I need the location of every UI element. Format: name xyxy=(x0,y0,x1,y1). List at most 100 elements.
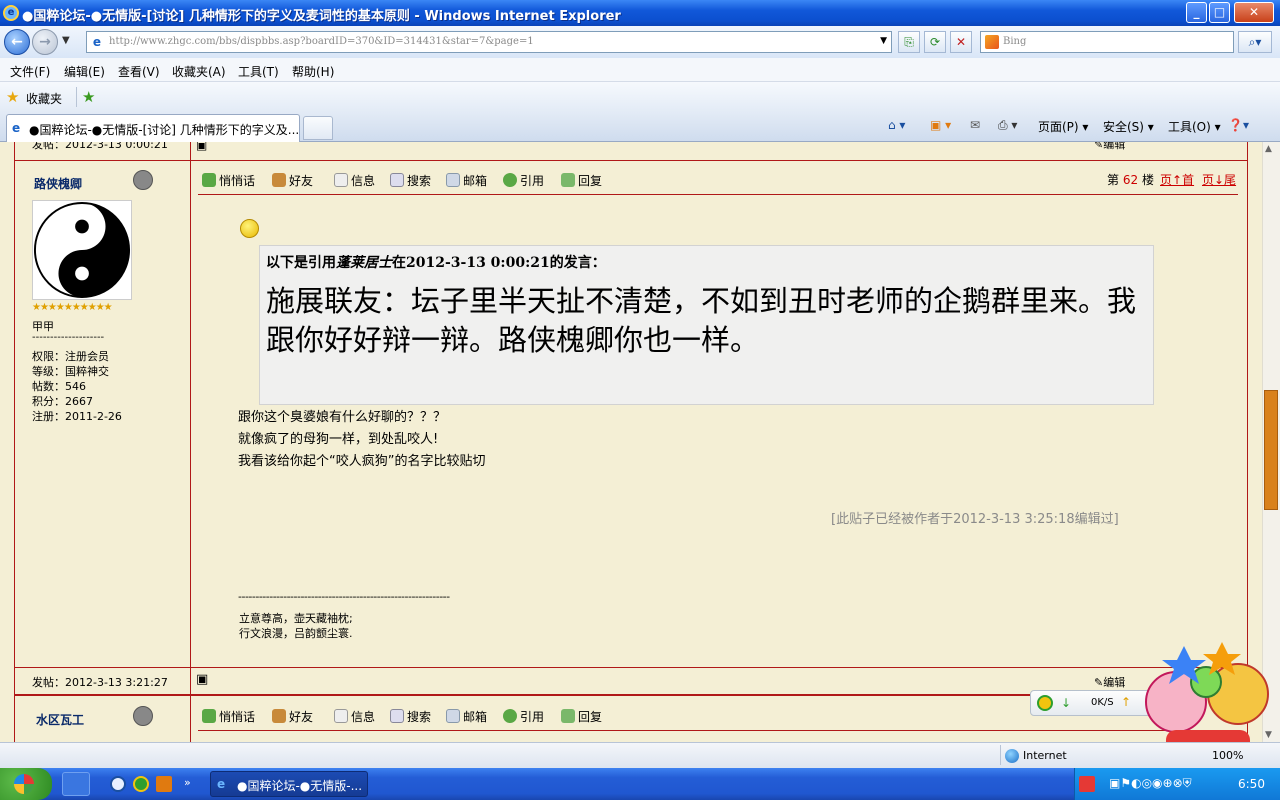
scroll-up-icon[interactable]: ▲ xyxy=(1265,144,1272,154)
user-permission: 权限：注册会员 xyxy=(32,350,109,363)
maximize-button[interactable]: □ xyxy=(1209,2,1230,23)
goto-top-link[interactable]: 页↑首 xyxy=(1160,171,1194,188)
tab-ie-icon: e xyxy=(12,121,21,135)
taskbar-ie-window[interactable]: e ●国粹论坛-●无情版-... xyxy=(210,771,368,797)
start-button[interactable] xyxy=(0,768,52,800)
search-icon[interactable]: ⌕▾ xyxy=(1238,31,1272,53)
new-tab-button[interactable] xyxy=(303,116,333,140)
quote-button[interactable]: 引用 xyxy=(503,172,544,189)
tab-title: ●国粹论坛-●无情版-[讨论] 几种情形下的字义及... xyxy=(29,123,300,137)
user-register-date: 注册：2011-2-26 xyxy=(32,410,122,423)
help-icon[interactable]: ❓▾ xyxy=(1228,118,1249,132)
menu-view[interactable]: 查看(V) xyxy=(118,63,160,80)
zoom-level[interactable]: 100% xyxy=(1212,749,1243,762)
post-line-2: 就像疯了的母狗一样，到处乱咬人! xyxy=(238,432,439,447)
address-field[interactable]: e http://www.zhgc.com/bbs/dispbbs.asp?bo… xyxy=(86,31,892,53)
favorites-bar: ★ 收藏夹 ★ xyxy=(0,82,1280,112)
prev-post-date: 发帖：2012-3-13 0:00:21 xyxy=(32,142,168,151)
menu-help[interactable]: 帮助(H) xyxy=(292,63,334,80)
scrollbar-thumb[interactable] xyxy=(1264,390,1278,510)
safety-menu[interactable]: 安全(S) ▾ xyxy=(1103,118,1154,135)
menu-edit[interactable]: 编辑(E) xyxy=(64,63,105,80)
tab-bar: e ●国粹论坛-●无情版-[讨论] 几种情形下的字义及... ⌂ ▾ ▣ ▾ ✉… xyxy=(0,112,1280,142)
ie-icon: e xyxy=(3,5,19,21)
next-friend-button[interactable]: 好友 xyxy=(272,708,313,725)
friend-button[interactable]: 好友 xyxy=(272,172,313,189)
compatibility-icon[interactable]: ⎘ xyxy=(898,31,920,53)
feeds-icon[interactable]: ▣ ▾ xyxy=(930,118,951,132)
title-bar: e ●国粹论坛-●无情版-[讨论] 几种情形下的字义及麦词性的基本原则 - Wi… xyxy=(0,0,1280,26)
read-mail-icon[interactable]: ✉ xyxy=(970,118,980,132)
post-border-top xyxy=(14,160,1248,161)
upload-arrow-icon: ↑ xyxy=(1121,695,1132,709)
taskbar-window-title: ●国粹论坛-●无情版-... xyxy=(237,779,363,793)
post-footer-top-border xyxy=(14,667,1248,668)
menu-file[interactable]: 文件(F) xyxy=(10,63,50,80)
signature-line-2: 行文浪漫，吕韵颤尘寰. xyxy=(239,627,353,640)
stop-icon[interactable]: ✕ xyxy=(950,31,972,53)
signature-line-1: 立意尊高，壶天藏袖枕; xyxy=(239,612,353,625)
next-info-button[interactable]: 信息 xyxy=(334,708,375,725)
favorites-button[interactable]: 收藏夹 xyxy=(26,90,62,107)
edit-button[interactable]: ✎编辑 xyxy=(1094,674,1125,690)
page-menu[interactable]: 页面(P) ▾ xyxy=(1038,118,1088,135)
tab-active[interactable]: e ●国粹论坛-●无情版-[讨论] 几种情形下的字义及... xyxy=(6,114,300,142)
address-toolbar: ← → ▼ e http://www.zhgc.com/bbs/dispbbs.… xyxy=(0,26,1280,58)
tools-menu[interactable]: 工具(O) ▾ xyxy=(1168,118,1221,135)
reply-button[interactable]: 回复 xyxy=(561,172,602,189)
next-search-button[interactable]: 搜索 xyxy=(390,708,431,725)
quicklaunch-more-icon[interactable]: » xyxy=(184,776,191,789)
net-speed: 0K/S xyxy=(1091,697,1114,708)
internet-zone-icon xyxy=(1005,749,1019,763)
next-quote-button[interactable]: 引用 xyxy=(503,708,544,725)
quicklaunch-tool-icon[interactable] xyxy=(156,776,172,792)
tray-icons[interactable]: ▣⚑◐◎◉⊕⊗⛨ xyxy=(1109,776,1192,791)
next-whisper-button[interactable]: 悄悄话 xyxy=(202,708,255,725)
history-dropdown-icon[interactable]: ▼ xyxy=(62,35,70,46)
forward-button[interactable]: → xyxy=(32,29,58,55)
menu-favorites[interactable]: 收藏夹(A) xyxy=(172,63,226,80)
next-post-username[interactable]: 水区瓦工 xyxy=(36,711,84,728)
user-info-divider: -------------------- xyxy=(32,332,105,343)
favorites-divider xyxy=(76,87,77,107)
user-points: 积分：2667 xyxy=(32,395,93,408)
whisper-button[interactable]: 悄悄话 xyxy=(202,172,255,189)
close-button[interactable]: ✕ xyxy=(1234,2,1274,23)
page-icon: e xyxy=(92,35,102,49)
post-date: 发帖：2012-3-13 3:21:27 xyxy=(32,676,168,689)
mail-button[interactable]: 邮箱 xyxy=(446,172,487,189)
post-header-divider xyxy=(198,194,1238,195)
print-icon[interactable]: ⎙ ▾ xyxy=(998,118,1017,133)
quicklaunch-browser-icon[interactable] xyxy=(110,776,126,792)
minimize-button[interactable]: _ xyxy=(1186,2,1207,23)
ip-icon[interactable]: ▣ xyxy=(196,672,208,687)
user-avatar xyxy=(32,200,132,300)
info-button[interactable]: 信息 xyxy=(334,172,375,189)
home-icon[interactable]: ⌂ ▾ xyxy=(888,118,905,132)
mascot-sticker-icon[interactable] xyxy=(1136,640,1276,756)
taskbar: » e ●国粹论坛-●无情版-... ▣⚑◐◎◉⊕⊗⛨ 6:50 xyxy=(0,768,1280,800)
show-desktop-icon[interactable] xyxy=(62,772,90,796)
address-dropdown-icon[interactable]: ▼ xyxy=(880,36,887,46)
next-mail-button[interactable]: 邮箱 xyxy=(446,708,487,725)
search-post-button[interactable]: 搜索 xyxy=(390,172,431,189)
smiley-icon xyxy=(240,219,259,238)
back-button[interactable]: ← xyxy=(4,29,30,55)
status-divider xyxy=(1000,745,1001,765)
windows-logo-icon xyxy=(14,774,34,794)
bing-icon xyxy=(985,35,999,49)
refresh-icon[interactable]: ⟳ xyxy=(924,31,946,53)
ime-icon[interactable] xyxy=(1079,776,1095,792)
column-separator xyxy=(190,142,191,742)
next-reply-button[interactable]: 回复 xyxy=(561,708,602,725)
prev-ip-icon[interactable]: ▣ xyxy=(196,142,207,152)
post-username[interactable]: 路侠槐卿 xyxy=(34,175,82,192)
add-favorite-icon[interactable]: ★ xyxy=(82,88,95,106)
post-line-1: 跟你这个臭婆娘有什么好聊的？？？ xyxy=(238,410,447,425)
search-field[interactable]: Bing xyxy=(980,31,1234,53)
goto-bottom-link[interactable]: 页↓尾 xyxy=(1202,171,1236,188)
quicklaunch-app-icon[interactable] xyxy=(133,776,149,792)
menu-tools[interactable]: 工具(T) xyxy=(238,63,279,80)
clock: 6:50 xyxy=(1238,777,1265,791)
prev-edit-button[interactable]: ✎编辑 xyxy=(1094,142,1125,152)
